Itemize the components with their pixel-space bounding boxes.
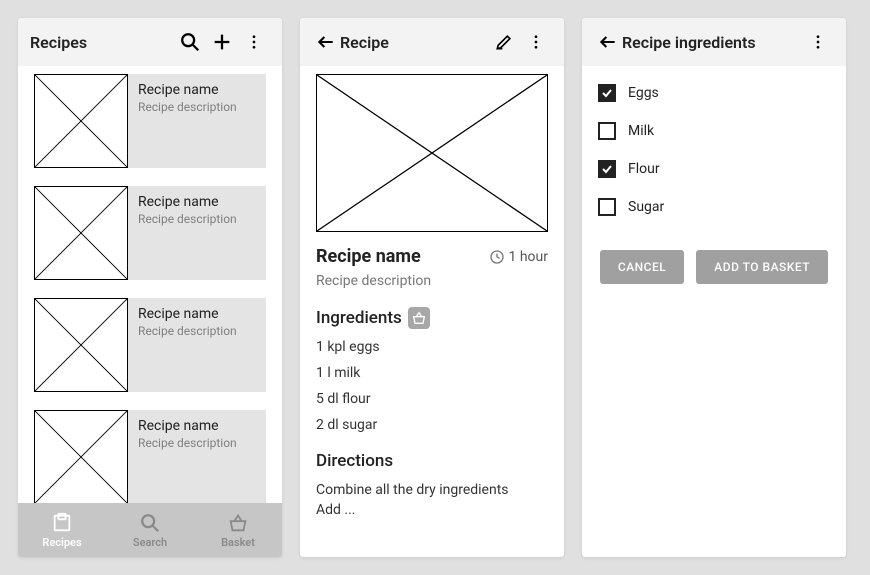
recipe-card[interactable]: Recipe name Recipe description [34, 298, 266, 392]
back-icon[interactable] [594, 26, 622, 58]
ingredient-check-row[interactable]: Milk [598, 112, 830, 150]
basket-icon [227, 512, 249, 534]
action-buttons: CANCEL ADD TO BASKET [598, 250, 830, 284]
recipe-name: Recipe name [138, 82, 256, 98]
recipe-description: Recipe description [138, 436, 256, 450]
add-icon[interactable] [206, 26, 238, 58]
ingredient-item: 1 l milk [316, 365, 548, 381]
ingredients-list: 1 kpl eggs 1 l milk 5 dl flour 2 dl suga… [316, 339, 548, 433]
topbar: Recipe [300, 18, 564, 66]
directions-body: Combine all the dry ingredients Add ... [316, 481, 548, 520]
bottom-nav: Recipes Search Basket [18, 503, 282, 557]
nav-recipes[interactable]: Recipes [18, 503, 106, 557]
ingredient-label: Flour [628, 161, 660, 177]
more-icon[interactable] [238, 26, 270, 58]
ingredient-label: Sugar [628, 199, 664, 215]
nav-label: Recipes [42, 536, 81, 549]
recipe-detail-screen: Recipe Recipe name 1 hour Recipe descrip… [300, 18, 564, 557]
ingredients-heading-label: Ingredients [316, 308, 402, 328]
checkbox[interactable] [598, 84, 616, 102]
add-ingredients-to-basket-button[interactable] [408, 307, 430, 329]
nav-search[interactable]: Search [106, 503, 194, 557]
ingredient-check-row[interactable]: Sugar [598, 188, 830, 226]
recipe-thumbnail-placeholder [34, 410, 128, 504]
recipe-description: Recipe description [138, 324, 256, 338]
recipe-thumbnail-placeholder [34, 298, 128, 392]
ingredients-checklist: Eggs Milk Flour Sugar CANCEL ADD TO BASK… [582, 66, 846, 557]
page-title: Recipe ingredients [622, 33, 802, 52]
search-icon [139, 512, 161, 534]
ingredient-check-row[interactable]: Flour [598, 150, 830, 188]
nav-label: Search [133, 536, 167, 549]
recipe-description: Recipe description [138, 100, 256, 114]
clock-icon [489, 249, 505, 265]
recipe-time-value: 1 hour [509, 249, 549, 265]
recipe-card[interactable]: Recipe name Recipe description [34, 74, 266, 168]
checkbox[interactable] [598, 122, 616, 140]
recipe-name: Recipe name [138, 306, 256, 322]
recipe-card[interactable]: Recipe name Recipe description [34, 410, 266, 504]
cancel-button[interactable]: CANCEL [600, 250, 684, 284]
recipe-card-body: Recipe name Recipe description [128, 186, 266, 280]
ingredient-check-row[interactable]: Eggs [598, 74, 830, 112]
recipe-card-body: Recipe name Recipe description [128, 74, 266, 168]
checkbox[interactable] [598, 160, 616, 178]
topbar: Recipes [18, 18, 282, 66]
back-icon[interactable] [312, 26, 340, 58]
recipe-name: Recipe name [316, 246, 421, 267]
recipes-icon [51, 512, 73, 534]
ingredient-label: Milk [628, 123, 654, 139]
recipe-card-body: Recipe name Recipe description [128, 410, 266, 504]
add-to-basket-button[interactable]: ADD TO BASKET [696, 250, 828, 284]
more-icon[interactable] [520, 26, 552, 58]
recipe-description: Recipe description [138, 212, 256, 226]
recipe-card-body: Recipe name Recipe description [128, 298, 266, 392]
page-title: Recipes [30, 33, 174, 52]
recipe-name: Recipe name [138, 194, 256, 210]
recipes-list-screen: Recipes Recipe name Recipe description [18, 18, 282, 557]
recipe-description: Recipe description [316, 273, 548, 289]
recipe-title-row: Recipe name 1 hour [316, 246, 548, 267]
recipe-hero-placeholder [316, 74, 548, 232]
search-icon[interactable] [174, 26, 206, 58]
directions-heading: Directions [316, 451, 548, 471]
ingredients-heading: Ingredients [316, 307, 548, 329]
checkbox[interactable] [598, 198, 616, 216]
more-icon[interactable] [802, 26, 834, 58]
recipe-detail: Recipe name 1 hour Recipe description In… [300, 66, 564, 557]
nav-basket[interactable]: Basket [194, 503, 282, 557]
ingredient-label: Eggs [628, 85, 659, 101]
recipes-list: Recipe name Recipe description Recipe na… [18, 66, 282, 557]
topbar: Recipe ingredients [582, 18, 846, 66]
recipe-ingredients-screen: Recipe ingredients Eggs Milk Flour Sugar [582, 18, 846, 557]
recipe-thumbnail-placeholder [34, 74, 128, 168]
edit-icon[interactable] [488, 26, 520, 58]
ingredient-item: 2 dl sugar [316, 417, 548, 433]
ingredient-item: 1 kpl eggs [316, 339, 548, 355]
nav-label: Basket [221, 536, 255, 549]
page-title: Recipe [340, 33, 488, 52]
ingredient-item: 5 dl flour [316, 391, 548, 407]
recipe-time: 1 hour [489, 249, 549, 265]
recipe-thumbnail-placeholder [34, 186, 128, 280]
recipe-name: Recipe name [138, 418, 256, 434]
recipe-card[interactable]: Recipe name Recipe description [34, 186, 266, 280]
